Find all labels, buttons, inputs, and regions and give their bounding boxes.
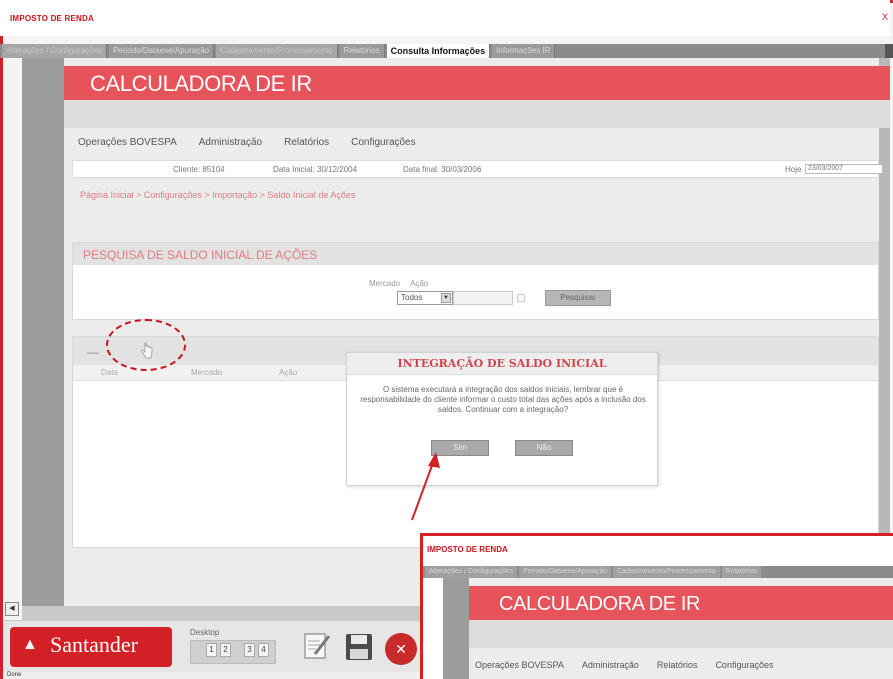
inset-tab-cadastramento[interactable]: Cadastramento/Processamento <box>613 566 720 578</box>
desktop-1[interactable]: 1 <box>206 643 217 657</box>
main-menu: Operações BOVESPA Administração Relatóri… <box>72 132 879 152</box>
desktop-label: Desktop <box>190 628 220 637</box>
santander-flame-icon: ▲ <box>22 636 38 653</box>
breadcrumb[interactable]: Página Inicial > Configurações > Importa… <box>80 190 355 200</box>
inset-tab-periodo[interactable]: Periodo/Dataexe/Apuração <box>519 566 612 578</box>
inset-sidebar <box>443 578 469 679</box>
mercado-select[interactable]: Todos ▼ <box>397 291 453 305</box>
search-panel-header: PESQUISA DE SALDO INICIAL DE AÇÕES <box>73 243 878 265</box>
inset-tabbar: Alterações / Configurações Periodo/Datae… <box>423 566 893 578</box>
scroll-left-icon[interactable]: ◀ <box>5 602 19 616</box>
end-date: Data final: 30/03/2006 <box>403 165 482 174</box>
lookup-icon[interactable] <box>517 294 525 302</box>
left-sidebar <box>22 58 64 606</box>
dialog-message: O sistema executará a integração dos sal… <box>360 385 646 414</box>
inset-tab-relatorios[interactable]: Relatórios <box>721 566 762 578</box>
mercado-label: Mercado <box>369 279 401 288</box>
today-date: 23/03/2007 <box>805 164 883 174</box>
tab-alteracoes[interactable]: Alterações / Configurações <box>2 44 108 58</box>
mercado-selected-value: Todos <box>401 293 423 302</box>
tab-relatorios[interactable]: Relatórios <box>339 44 385 58</box>
close-icon[interactable]: X <box>882 12 888 22</box>
inset-menu-relatorios[interactable]: Relatórios <box>657 660 698 670</box>
inset-menu: Operações BOVESPA Administração Relatóri… <box>475 660 773 670</box>
inset-window-title: IMPOSTO DE RENDA <box>427 545 508 554</box>
close-app-icon[interactable]: ✕ <box>385 633 417 665</box>
santander-brand-text: Santander <box>50 632 138 657</box>
menu-relatorios[interactable]: Relatórios <box>284 137 329 148</box>
col-mercado[interactable]: Mercado <box>191 368 222 377</box>
search-button[interactable]: Pesquisar <box>545 290 611 306</box>
col-data[interactable]: Data <box>101 368 118 377</box>
client-infobar: Cliente: 85104 Data Inicial: 30/12/2004 … <box>72 160 883 178</box>
inset-menu-operacoes[interactable]: Operações BOVESPA <box>475 660 564 670</box>
tab-consulta-informacoes[interactable]: Consulta Informações <box>386 44 491 58</box>
tab-informacoes-ir[interactable]: Informações IR <box>492 44 556 58</box>
highlight-circle-annotation <box>106 319 186 371</box>
menu-administracao[interactable]: Administração <box>199 137 262 148</box>
window-titlebar: IMPOSTO DE RENDA X <box>0 0 890 36</box>
acao-input[interactable] <box>453 291 513 305</box>
dialog-no-button[interactable]: Não <box>515 440 573 456</box>
collapse-icon[interactable]: — <box>87 345 99 359</box>
menu-configuracoes[interactable]: Configurações <box>351 137 415 148</box>
window-title: IMPOSTO DE RENDA <box>10 14 94 23</box>
module-tabbar: Alterações / Configurações Periodo/Datae… <box>0 44 890 58</box>
inset-tab-alteracoes[interactable]: Alterações / Configurações <box>425 566 518 578</box>
start-date: Data Inicial: 30/12/2004 <box>273 165 358 174</box>
inset-screenshot: IMPOSTO DE RENDA Alterações / Configuraç… <box>420 533 893 679</box>
dialog-yes-button[interactable]: Sim <box>431 440 489 456</box>
tab-periodo[interactable]: Periodo/Dataexe/Apuração <box>109 44 215 58</box>
integration-dialog: INTEGRAÇÃO DE SALDO INICIAL O sistema ex… <box>346 352 658 486</box>
inset-subband <box>469 620 893 648</box>
desktop-4[interactable]: 4 <box>258 643 269 657</box>
dialog-title: INTEGRAÇÃO DE SALDO INICIAL <box>347 353 657 375</box>
col-acao[interactable]: Ação <box>279 368 297 377</box>
tab-cadastramento[interactable]: Cadastramento/Processamento <box>216 44 338 58</box>
tab-scroll-handle[interactable] <box>885 44 893 58</box>
inset-menu-administracao[interactable]: Administração <box>582 660 639 670</box>
client-id: Cliente: 85104 <box>173 165 225 174</box>
search-panel: PESQUISA DE SALDO INICIAL DE AÇÕES Merca… <box>72 242 879 320</box>
vertical-scrollbar[interactable] <box>879 58 890 606</box>
form-labels: Mercado Ação <box>369 279 428 288</box>
desktop-2[interactable]: 2 <box>220 643 231 657</box>
inset-menu-configuracoes[interactable]: Configurações <box>715 660 773 670</box>
chevron-down-icon[interactable]: ▼ <box>441 293 451 303</box>
search-panel-title: PESQUISA DE SALDO INICIAL DE AÇÕES <box>83 248 318 262</box>
desktop-3[interactable]: 3 <box>244 643 255 657</box>
acao-label: Ação <box>410 279 429 288</box>
app-title: CALCULADORA DE IR <box>90 71 312 96</box>
edit-note-icon[interactable] <box>302 630 332 662</box>
menu-operacoes-bovespa[interactable]: Operações BOVESPA <box>78 137 177 148</box>
inset-app-title: CALCULADORA DE IR <box>499 593 701 615</box>
header-subband <box>64 100 890 128</box>
save-icon[interactable] <box>344 632 374 662</box>
today-label: Hoje <box>785 165 802 174</box>
